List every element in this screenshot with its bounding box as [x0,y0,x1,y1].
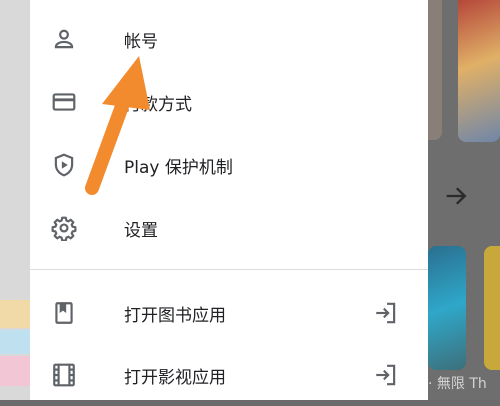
shield-play-icon [48,149,80,181]
background-caption: · 無限 Th [428,376,487,392]
drawer-item-open-books-app[interactable]: 打开图书应用 [30,282,428,344]
drawer-item-payment-methods[interactable]: 付款方式 [30,71,428,133]
background-card [428,0,442,140]
drawer-item-open-movies-app[interactable]: 打开影视应用 [30,344,428,406]
drawer-item-settings[interactable]: 设置 [30,197,428,259]
background-left-strip [0,0,30,400]
drawer-item-label: 打开图书应用 [124,305,226,326]
open-in-app-icon[interactable] [370,359,402,391]
credit-card-icon [48,86,80,118]
drawer-item-label: 付款方式 [124,94,192,115]
drawer-divider [30,269,428,270]
drawer-item-play-protect[interactable]: Play 保护机制 [30,134,428,196]
drawer-item-label: 帐号 [124,31,158,52]
background-app-card [484,246,500,370]
navigation-drawer: 帐号 付款方式 Play 保护机制 设置 打开图书应用 打开影视应用 [30,0,428,400]
drawer-item-label: Play 保护机制 [124,157,233,178]
drawer-item-account[interactable]: 帐号 [30,8,428,70]
background-game-card [458,0,500,142]
bookmark-book-icon [48,297,80,329]
gear-icon [48,212,80,244]
drawer-item-label: 打开影视应用 [124,367,226,388]
background-app-card [428,246,466,370]
background-right-panel [428,0,500,400]
film-icon [48,359,80,391]
drawer-item-label: 设置 [124,220,158,241]
person-icon [48,23,80,55]
open-in-app-icon[interactable] [370,297,402,329]
arrow-forward-icon [446,187,467,205]
